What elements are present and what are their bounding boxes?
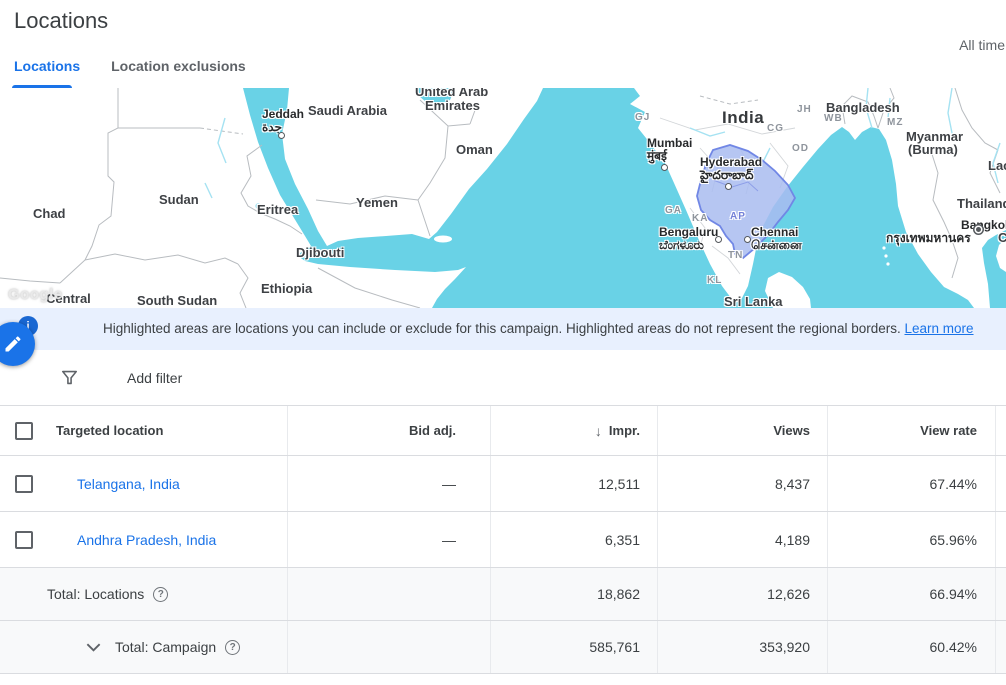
total-impr-value: 585,761: [490, 621, 657, 673]
chennai-marker-icon: [744, 236, 751, 243]
view-rate-value: 67.44%: [827, 456, 995, 511]
bengaluru-marker-icon: [715, 236, 722, 243]
total-views-value: 12,626: [657, 568, 827, 620]
location-link[interactable]: Andhra Pradesh, India: [77, 532, 216, 548]
row-checkbox[interactable]: [15, 531, 33, 549]
socotra-island: [434, 236, 452, 243]
sort-desc-icon: ↓: [595, 423, 602, 439]
learn-more-link[interactable]: Learn more: [904, 321, 973, 336]
impr-value: 6,351: [490, 512, 657, 567]
cambodia-sliver: [996, 238, 1006, 272]
page-title: Locations: [14, 8, 108, 34]
impr-value: 12,511: [490, 456, 657, 511]
bangkok-capital-marker-icon: [976, 227, 981, 232]
targeting-map[interactable]: Chad Sudan Eritrea Djibouti Ethiopia Cen…: [0, 88, 1006, 308]
tab-locations[interactable]: Locations: [14, 58, 80, 74]
sri-lanka-island: [765, 272, 811, 308]
location-link[interactable]: Telangana, India: [77, 476, 180, 492]
banner-text: Highlighted areas are locations you can …: [103, 308, 974, 350]
col-impr[interactable]: ↓ Impr.: [490, 406, 657, 455]
total-locations-row: Total: Locations ? 18,862 12,626 66.94%: [0, 568, 1006, 621]
total-views-value: 353,920: [657, 621, 827, 673]
mumbai-marker-icon: [661, 164, 668, 171]
table-row: Andhra Pradesh, India — 6,351 4,189 65.9…: [0, 512, 1006, 568]
google-watermark: Google: [8, 286, 63, 303]
col-bid-adj[interactable]: Bid adj.: [287, 406, 490, 455]
col-view-rate[interactable]: View rate: [827, 406, 995, 455]
tab-bar: Locations Location exclusions: [14, 58, 246, 74]
add-filter-button[interactable]: Add filter: [127, 370, 182, 386]
tab-location-exclusions[interactable]: Location exclusions: [111, 58, 246, 74]
locations-page: Locations Locations Location exclusions …: [0, 0, 1006, 685]
total-view-rate-value: 60.42%: [827, 621, 995, 673]
help-icon[interactable]: ?: [153, 587, 168, 602]
filter-bar: Add filter: [0, 350, 1006, 405]
total-impr-value: 18,862: [490, 568, 657, 620]
total-campaign-row: Total: Campaign ? 585,761 353,920 60.42%: [0, 621, 1006, 674]
total-locations-label: Total: Locations: [47, 586, 144, 602]
select-all-checkbox[interactable]: [15, 422, 33, 440]
filter-funnel-icon[interactable]: [60, 368, 79, 387]
hyderabad-marker-icon: [725, 183, 732, 190]
jeddah-marker-icon: [278, 132, 285, 139]
bid-adj-value: —: [287, 456, 490, 511]
col-views[interactable]: Views: [657, 406, 827, 455]
views-value: 8,437: [657, 456, 827, 511]
total-campaign-label: Total: Campaign: [115, 639, 216, 655]
pencil-icon: [3, 334, 23, 354]
table-header-row: Targeted location Bid adj. ↓ Impr. Views…: [0, 406, 1006, 456]
help-icon[interactable]: ?: [225, 640, 240, 655]
locations-table: Targeted location Bid adj. ↓ Impr. Views…: [0, 405, 1006, 674]
total-view-rate-value: 66.94%: [827, 568, 995, 620]
highlight-info-banner: Highlighted areas are locations you can …: [0, 308, 1006, 350]
bid-adj-value: —: [287, 512, 490, 567]
view-rate-value: 65.96%: [827, 512, 995, 567]
arabia-landmass: [282, 88, 543, 246]
views-value: 4,189: [657, 512, 827, 567]
date-range-selector[interactable]: All time: [959, 37, 1005, 53]
map-canvas: [0, 88, 1006, 308]
chevron-down-icon[interactable]: [85, 639, 102, 656]
col-targeted-location[interactable]: Targeted location: [56, 423, 163, 438]
row-checkbox[interactable]: [15, 475, 33, 493]
table-row: Telangana, India — 12,511 8,437 67.44%: [0, 456, 1006, 512]
